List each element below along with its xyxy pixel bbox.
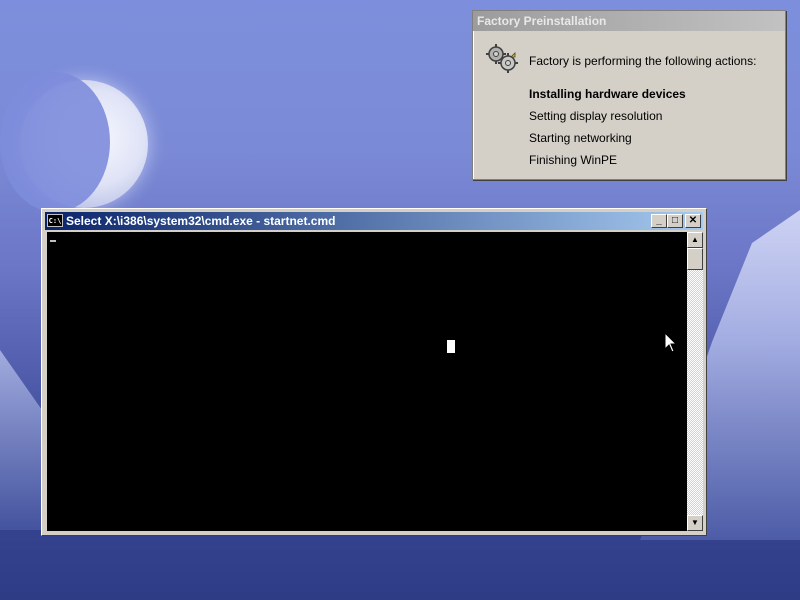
moon-shadow xyxy=(0,72,110,212)
selection-block-cursor xyxy=(447,340,455,353)
close-button[interactable]: ✕ xyxy=(685,214,701,228)
action-item: Starting networking xyxy=(529,131,632,145)
cmd-title-bar[interactable]: C:\ Select X:\i386\system32\cmd.exe - st… xyxy=(45,212,703,230)
mouse-pointer-icon xyxy=(664,332,678,353)
cmd-window[interactable]: C:\ Select X:\i386\system32\cmd.exe - st… xyxy=(41,208,707,536)
action-item: Finishing WinPE xyxy=(529,153,618,167)
console-area[interactable] xyxy=(47,232,687,531)
cmd-window-title: Select X:\i386\system32\cmd.exe - startn… xyxy=(66,214,336,228)
action-item: Installing hardware devices xyxy=(529,87,686,101)
text-cursor xyxy=(50,240,56,242)
command-prompt-icon[interactable]: C:\ xyxy=(47,214,63,227)
factory-intro-text: Factory is performing the following acti… xyxy=(529,54,757,68)
vertical-scrollbar[interactable]: ▲ ▼ xyxy=(687,232,703,531)
scrollbar-thumb[interactable] xyxy=(687,248,703,270)
factory-preinstallation-window: Factory Preinstallation Factory is perfo… xyxy=(472,10,786,180)
minimize-button[interactable]: _ xyxy=(651,214,667,228)
factory-actions-list: Installing hardware devices Setting disp… xyxy=(529,83,686,171)
scroll-down-button[interactable]: ▼ xyxy=(687,515,703,531)
action-item: Setting display resolution xyxy=(529,109,663,123)
factory-window-title: Factory Preinstallation xyxy=(473,11,785,31)
maximize-button[interactable]: □ xyxy=(667,214,683,228)
scroll-up-button[interactable]: ▲ xyxy=(687,232,703,248)
gears-icon xyxy=(486,44,518,73)
